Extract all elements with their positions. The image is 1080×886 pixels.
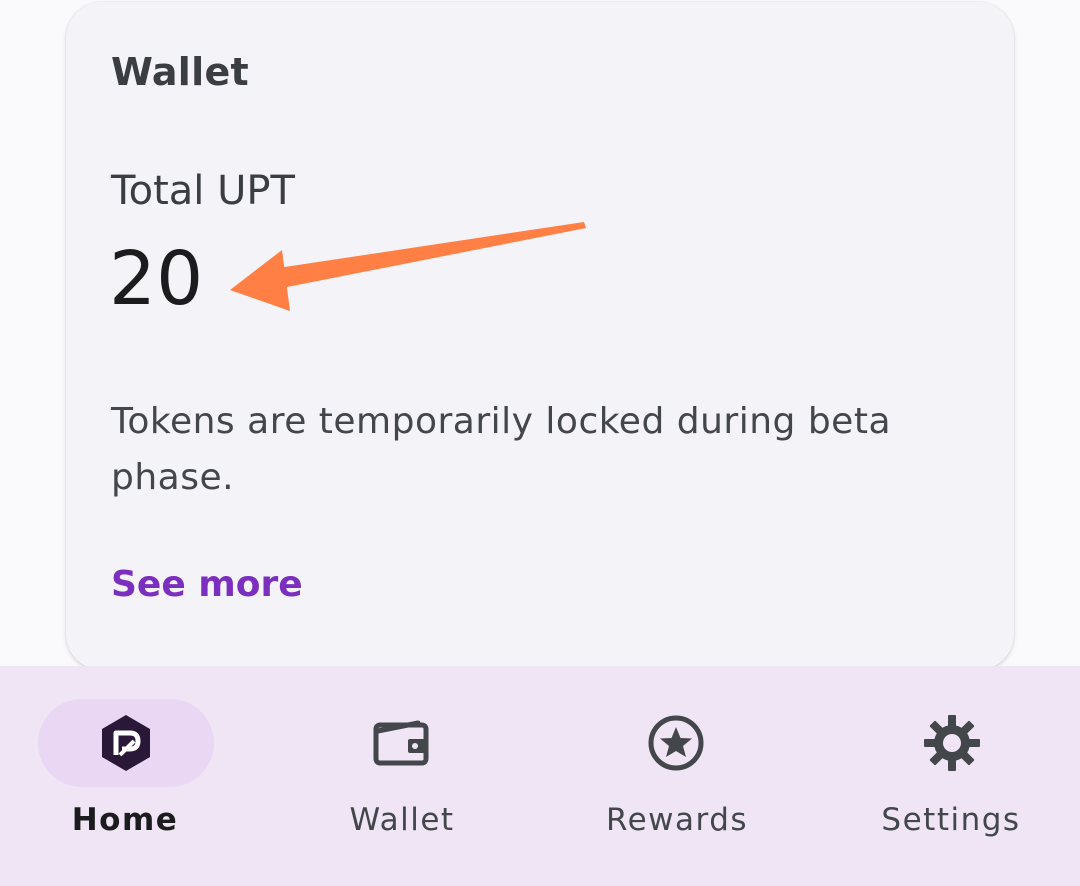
nav-label-wallet: Wallet [349, 802, 455, 838]
see-more-link[interactable]: See more [111, 564, 303, 605]
screen: Wallet Total UPT 20 Tokens are temporari… [0, 0, 1080, 886]
wallet-icon [373, 720, 429, 766]
nav-label-home: Home [71, 802, 179, 838]
nav-item-rewards[interactable]: Rewards [540, 666, 810, 886]
nav-label-settings: Settings [881, 802, 1021, 838]
star-circle-icon [648, 715, 704, 771]
nav-item-settings[interactable]: Settings [810, 666, 1080, 886]
gear-icon [924, 715, 980, 771]
app-logo-icon [102, 715, 150, 771]
bottom-navigation-bar: Home Wallet Rewards Settings [0, 666, 1080, 886]
nav-label-rewards: Rewards [605, 802, 749, 838]
nav-item-wallet[interactable]: Wallet [270, 666, 540, 886]
card-title: Wallet [111, 50, 249, 94]
wallet-card: Wallet Total UPT 20 Tokens are temporari… [66, 2, 1014, 670]
total-upt-label: Total UPT [111, 168, 295, 214]
total-upt-value: 20 [109, 236, 204, 322]
locked-tokens-notice: Tokens are temporarily locked during bet… [111, 401, 891, 498]
nav-item-home[interactable]: Home [0, 666, 270, 886]
